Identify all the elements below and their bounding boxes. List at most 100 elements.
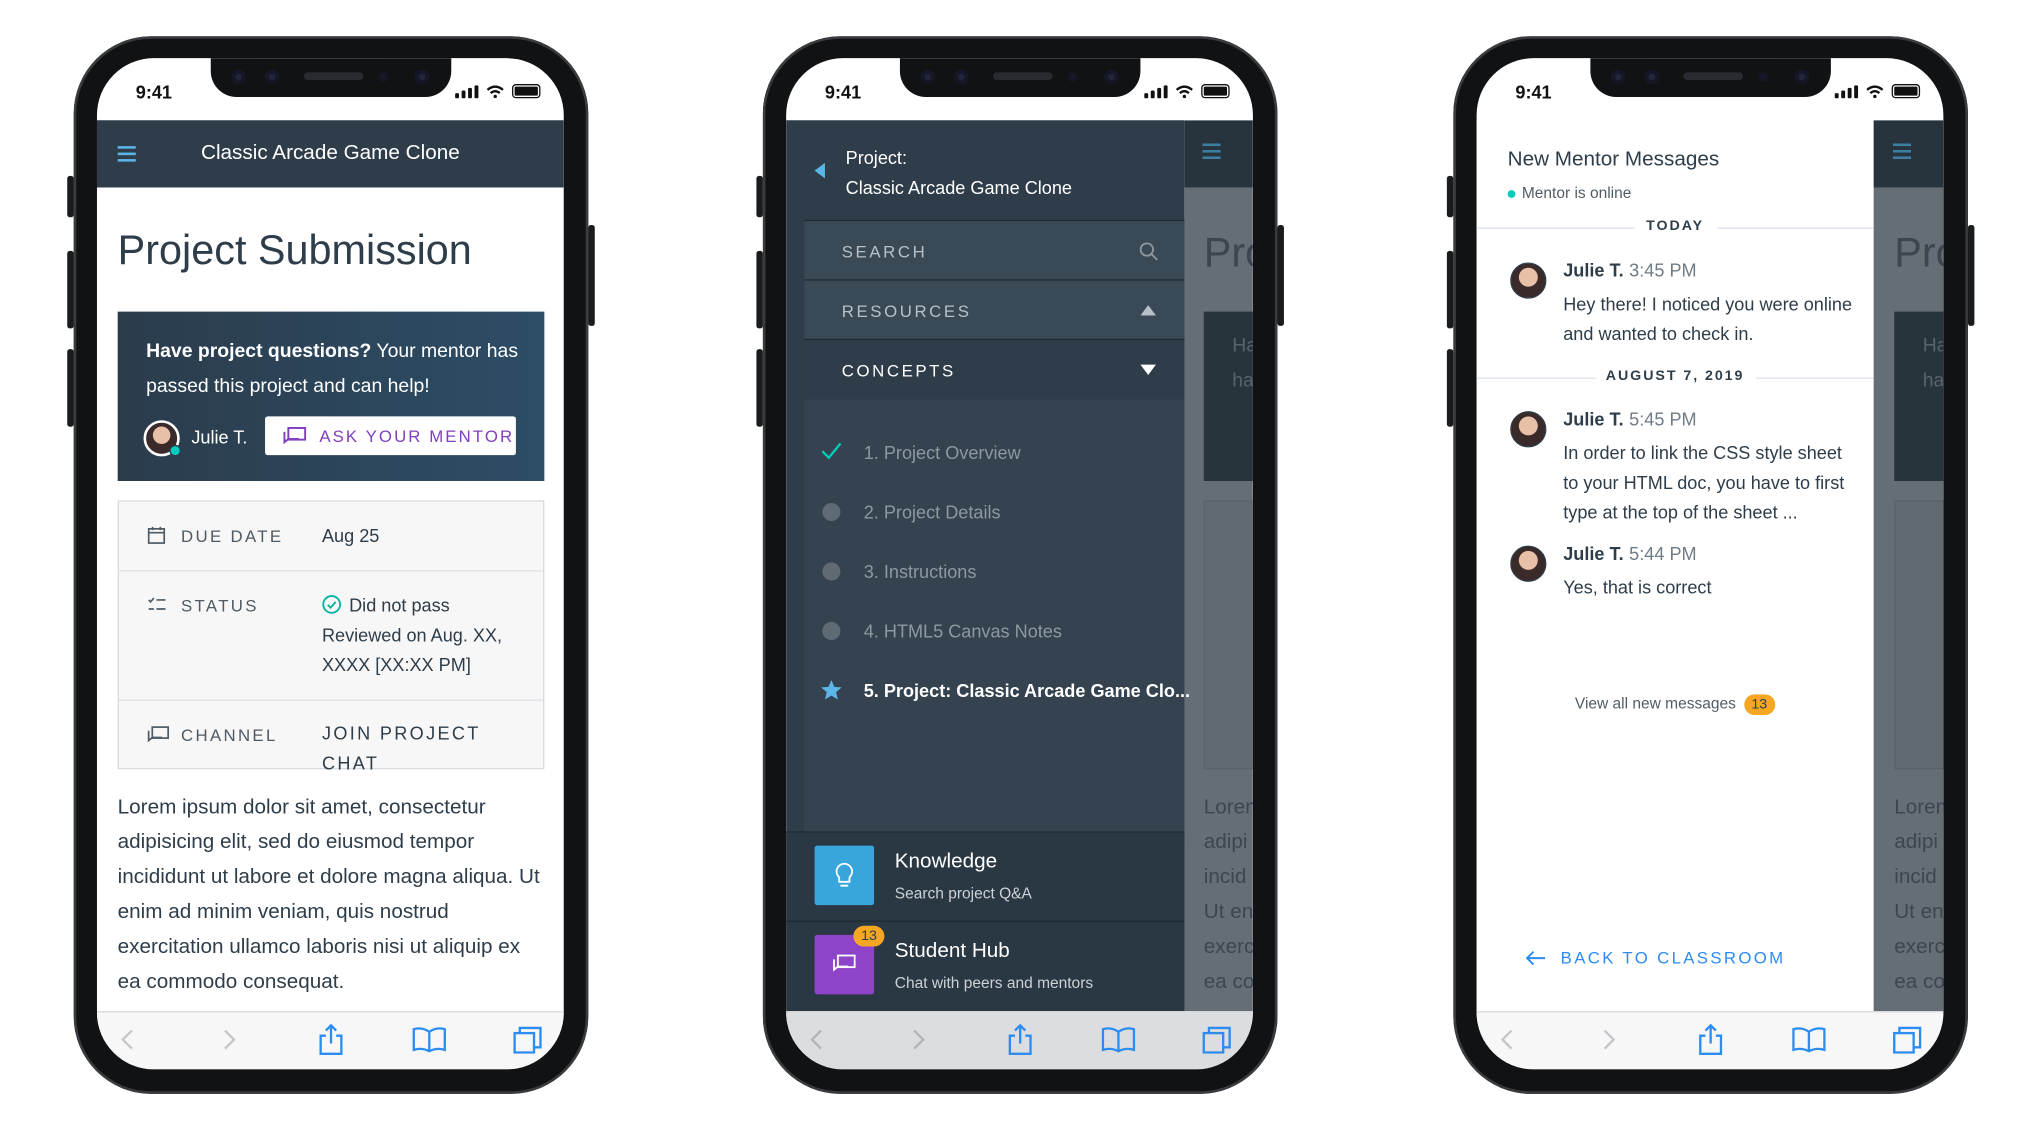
tool-title: Knowledge [894,850,998,873]
mentor-avatar [1510,411,1547,448]
share-icon[interactable] [1694,1023,1728,1057]
wifi-icon [486,85,504,99]
wifi-icon [1866,85,1884,99]
bookmarks-icon[interactable] [412,1023,446,1057]
hamburger-menu-icon[interactable] [1202,143,1221,160]
tool-subtitle: Chat with peers and mentors [894,973,1094,992]
drawer-project-label: Project: Classic Arcade Game Clone [845,147,1072,198]
page-title: Project Submission [117,226,472,273]
arrow-left-icon [1525,950,1546,966]
notification-badge: 13 [1743,694,1775,716]
hamburger-menu-icon[interactable] [1892,143,1912,160]
checklist-icon [148,597,166,610]
knowledge-tool[interactable]: Knowledge Search project Q&A [814,833,1185,921]
calendar-icon [147,526,166,544]
screen: 9:41 Pro Ha ha LoremadipiincidUt enexerc… [786,58,1253,1070]
share-icon[interactable] [1003,1023,1037,1057]
peek-title: Pro [1203,228,1253,276]
dimmed-page-peek: Pro Ha ha LoremadipiincidUt enexercea co [1184,120,1253,1013]
join-project-chat-link[interactable]: JOIN PROJECT CHAT [322,719,543,778]
back-arrow-icon[interactable] [814,162,825,179]
panel-heading: New Mentor Messages [1507,148,1720,171]
forward-nav-icon[interactable] [1593,1023,1627,1057]
status-row: STATUS Did not pass Reviewed on Aug. XX,… [118,572,544,701]
ask-mentor-button[interactable]: ASK YOUR MENTOR [265,416,516,456]
mentor-avatar [1510,262,1547,299]
tabs-icon[interactable] [511,1023,545,1057]
date-separator: AUGUST 7, 2019 [1476,369,1874,387]
status-detail: XXXX [XX:XX PM] [321,654,471,675]
due-date-value: Aug 25 [321,524,380,546]
mentor-online-status: Mentor is online [1507,184,1631,202]
concepts-row[interactable]: CONCEPTS [804,338,1185,400]
back-nav-icon[interactable] [799,1023,833,1057]
share-icon[interactable] [314,1023,348,1057]
lightbulb-icon [835,862,854,887]
peek-lorem: LoremadipiincidUt enexercea co [1203,796,1253,994]
screen: 9:41 Classic Arcade Game Clone Project S… [96,58,564,1070]
search-row[interactable]: SEARCH [804,219,1185,281]
back-to-classroom-link[interactable]: BACK TO CLASSROOM [1525,948,1786,967]
bookmarks-icon[interactable] [1792,1023,1826,1057]
phone-mentor-messages: 9:41 Pro Ha ha LoremadipiincidUt enexerc… [1446,36,1975,1094]
status-time: 9:41 [824,81,862,103]
due-date-row: DUE DATE Aug 25 [118,502,544,572]
message-item: Julie T. 5:44 PM Yes, that is correct [1508,543,1857,602]
chat-icon [833,954,856,972]
message-item: Julie T. 3:45 PM Hey there! I noticed yo… [1508,260,1857,351]
forward-nav-icon[interactable] [213,1023,247,1057]
notification-badge: 13 [853,925,885,947]
online-dot-icon [1507,189,1516,198]
channel-label: CHANNEL [181,725,278,745]
chat-icon [283,427,307,445]
concepts-list: 1. Project Overview 2. Project Details 3… [804,399,1190,846]
resources-row[interactable]: RESOURCES [804,279,1185,341]
chevron-down-icon [1140,364,1156,375]
student-hub-tool[interactable]: 13 Student Hub Chat with peers and mento… [814,922,1185,1010]
status-time: 9:41 [135,81,173,103]
mockup-scene: 9:41 Classic Arcade Game Clone Project S… [0,0,2017,1138]
bookmarks-icon[interactable] [1101,1023,1136,1057]
safari-toolbar [96,1011,564,1070]
chevron-up-icon [1140,305,1156,316]
header-title: Classic Arcade Game Clone [201,142,460,165]
navigation-drawer: Project: Classic Arcade Game Clone SEARC… [786,120,1190,1014]
battery-icon [1201,84,1230,99]
project-info-table: DUE DATE Aug 25 STATUS Did not pass Revi… [117,500,545,773]
search-icon [1139,242,1158,261]
dimmed-page-peek: Pro Ha ha LoremadipiincidUt enexercea co [1873,120,1944,1013]
status-label: STATUS [181,596,259,616]
knowledge-tile [814,845,875,906]
drawer-tools: Knowledge Search project Q&A 13 Student … [786,831,1185,1014]
star-icon [821,680,842,700]
safari-toolbar [786,1011,1253,1070]
battery-icon [512,84,541,99]
tabs-icon[interactable] [1200,1023,1234,1057]
due-date-label: DUE DATE [181,526,284,546]
safari-toolbar [1476,1011,1944,1070]
incomplete-dot-icon [822,562,841,581]
forward-nav-icon[interactable] [903,1023,937,1057]
message-item: Julie T. 5:45 PM In order to link the CS… [1508,409,1857,528]
tool-subtitle: Search project Q&A [894,884,1032,903]
checkmark-icon [821,442,842,460]
incomplete-dot-icon [822,621,841,641]
peek-lorem: LoremadipiincidUt enexercea co [1894,796,1944,994]
mentor-callout-text: Have project questions? Your mentor has … [146,340,519,397]
tabs-icon[interactable] [1890,1023,1924,1057]
body-text: Lorem ipsum dolor sit amet, consectetur … [117,796,540,994]
date-separator: TODAY [1476,219,1874,237]
mentor-avatar [1510,545,1547,582]
phone-project-submission: 9:41 Classic Arcade Game Clone Project S… [67,36,595,1094]
mentor-messages-panel: New Mentor Messages Mentor is online TOD… [1476,120,1874,1013]
mentor-callout: Have project questions? Your mentor has … [117,311,545,481]
back-nav-icon[interactable] [110,1023,144,1057]
view-all-messages-link[interactable]: View all new messages 13 [1575,694,1775,716]
channel-row: CHANNEL JOIN PROJECT CHAT [119,701,543,773]
mentor-name: Julie T. [191,426,248,448]
peek-title: Pro [1894,228,1943,276]
status-detail: Reviewed on Aug. XX, [321,624,503,646]
back-nav-icon[interactable] [1490,1023,1524,1057]
status-time: 9:41 [1515,81,1552,103]
check-circle-icon [322,595,341,614]
